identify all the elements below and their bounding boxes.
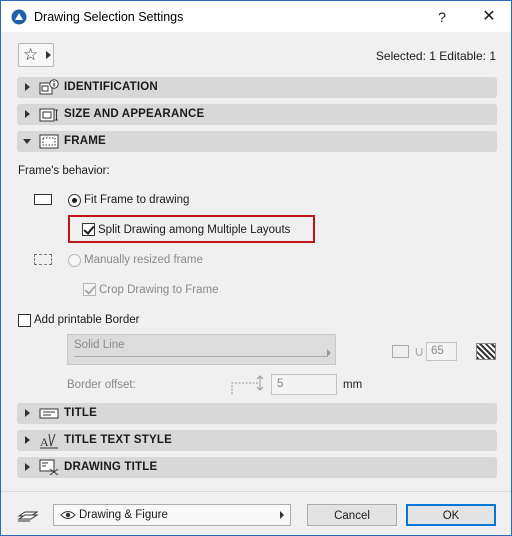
manual-frame-label: Manually resized frame (84, 254, 203, 266)
add-border-checkbox[interactable] (18, 314, 31, 327)
manual-frame-radio[interactable] (68, 254, 81, 267)
chevron-right-icon (46, 51, 51, 59)
expand-arrow-icon (25, 110, 30, 118)
frame-icon (39, 134, 59, 149)
crop-drawing-checkbox[interactable] (83, 283, 96, 296)
section-identification[interactable]: IDENTIFICATION (17, 77, 497, 98)
pen-color-swatch[interactable] (476, 343, 496, 360)
crop-drawing-label: Crop Drawing to Frame (99, 284, 219, 296)
drawing-title-icon (39, 459, 59, 476)
section-frame[interactable]: FRAME (17, 131, 497, 152)
line-type-value: Solid Line (74, 339, 125, 351)
help-button[interactable]: ? (432, 7, 452, 27)
fit-frame-radio[interactable] (68, 194, 81, 207)
identification-icon (39, 79, 59, 95)
title-icon (39, 408, 59, 419)
title-bar: Drawing Selection Settings ? ✕ (1, 1, 511, 32)
text-style-icon: A (40, 433, 58, 449)
section-label: SIZE AND APPEARANCE (64, 108, 205, 120)
chevron-right-icon (280, 511, 284, 519)
fit-frame-label: Fit Frame to drawing (84, 194, 190, 206)
section-title[interactable]: TITLE (17, 403, 497, 424)
highlight-box (68, 215, 315, 243)
cancel-button[interactable]: Cancel (307, 504, 397, 526)
footer-divider (1, 491, 511, 492)
collapse-arrow-icon (23, 139, 31, 144)
layer-combination-select[interactable]: Drawing & Figure (53, 504, 291, 526)
section-label: DRAWING TITLE (64, 461, 158, 473)
selection-count: Selected: 1 Editable: 1 (375, 49, 496, 63)
line-sample (74, 356, 327, 357)
border-offset-icon (231, 375, 264, 394)
close-button[interactable]: ✕ (479, 7, 499, 27)
expand-arrow-icon (25, 409, 30, 417)
size-appearance-icon (39, 108, 58, 122)
border-offset-field[interactable]: 5 (271, 374, 337, 395)
star-icon: ☆ (23, 45, 39, 64)
eye-icon (60, 511, 76, 519)
section-size-and-appearance[interactable]: SIZE AND APPEARANCE (17, 104, 497, 125)
section-drawing-title[interactable]: DRAWING TITLE (17, 457, 497, 478)
line-type-select[interactable]: Solid Line (67, 334, 336, 365)
section-label: TITLE TEXT STYLE (64, 434, 172, 446)
expand-arrow-icon (25, 463, 30, 471)
favorites-button[interactable]: ☆ (18, 43, 54, 67)
fit-frame-icon (34, 194, 52, 205)
layer-combination-value: Drawing & Figure (79, 509, 168, 521)
section-label: IDENTIFICATION (64, 81, 158, 93)
section-title-text-style[interactable]: A TITLE TEXT STYLE (17, 430, 497, 451)
frame-behavior-label: Frame's behavior: (18, 165, 110, 177)
border-offset-label: Border offset: (67, 379, 136, 391)
expand-arrow-icon (25, 436, 30, 444)
pen-number-field[interactable]: 65 (426, 342, 457, 361)
pen-icon (392, 345, 409, 358)
pen-separator-icon: ∪ (414, 343, 425, 359)
expand-arrow-icon (25, 83, 30, 91)
section-label: TITLE (64, 407, 97, 419)
layers-icon (17, 511, 39, 522)
add-border-label: Add printable Border (34, 314, 140, 326)
dialog-window: Drawing Selection Settings ? ✕ ☆ Selecte… (0, 0, 512, 536)
chevron-right-icon (327, 349, 331, 357)
svg-text:A: A (40, 435, 49, 449)
window-title: Drawing Selection Settings (34, 10, 184, 24)
border-offset-unit: mm (343, 379, 363, 391)
manual-frame-icon (34, 254, 52, 265)
archicad-app-icon (11, 9, 27, 25)
section-label: FRAME (64, 135, 106, 147)
ok-button[interactable]: OK (406, 504, 496, 526)
